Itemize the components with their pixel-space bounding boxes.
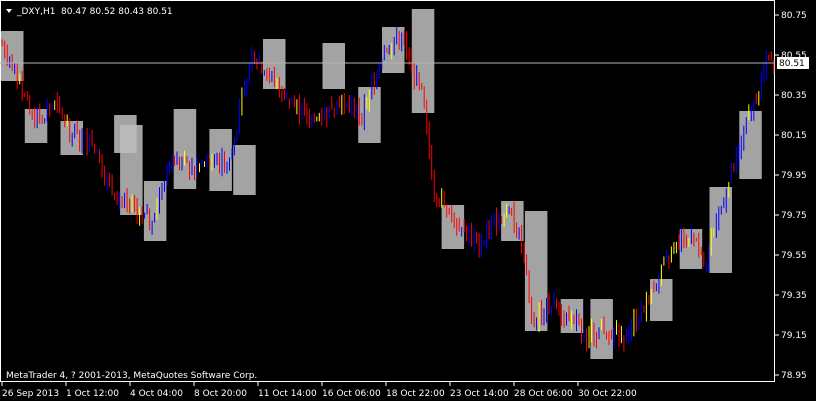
y-tick-label: 79.75	[781, 211, 807, 221]
x-tick-label: 11 Oct 14:00	[258, 389, 317, 399]
x-tick-label: 26 Sep 2013	[2, 389, 59, 399]
session-box	[441, 205, 465, 249]
session-box	[322, 43, 345, 89]
session-box	[709, 187, 732, 273]
session-box	[739, 111, 762, 179]
triangle-down-icon[interactable]	[6, 9, 12, 13]
x-tick-label: 18 Oct 22:00	[386, 389, 445, 399]
y-tick-label: 79.35	[781, 291, 807, 301]
price-chart[interactable]: 80.7580.5580.3580.1579.9579.7579.5579.35…	[0, 0, 816, 401]
session-box	[173, 109, 197, 189]
y-tick-label: 80.15	[781, 131, 807, 141]
chart-header: _DXY,H1 80.47 80.52 80.43 80.51	[6, 7, 173, 17]
current-price-label: 80.51	[779, 59, 805, 69]
x-tick-label: 4 Oct 04:00	[130, 389, 183, 399]
session-box	[233, 145, 256, 195]
session-box	[382, 27, 405, 73]
y-tick-label: 80.75	[781, 11, 807, 21]
x-tick-label: 16 Oct 06:00	[322, 389, 381, 399]
session-box	[209, 129, 232, 191]
x-tick-label: 30 Oct 22:00	[578, 389, 637, 399]
chart-window[interactable]: 80.75 80.55 80.35 80.15 79.95 79.75 79.55 79.35…	[0, 0, 816, 401]
y-tick-label: 79.95	[781, 171, 807, 181]
x-tick-label: 23 Oct 14:00	[450, 389, 509, 399]
x-tick-label: 28 Oct 06:00	[514, 389, 573, 399]
ohlc-values: 80.47 80.52 80.43 80.51	[61, 7, 173, 17]
y-tick-label: 80.35	[781, 91, 807, 101]
x-axis: 26 Sep 2013 1 Oct 12:00 4 Oct 04:00 8 Oct 2…	[1, 381, 637, 399]
copyright-label: MetaTrader 4, ? 2001-2013, MetaQuotes So…	[6, 371, 257, 381]
symbol-timeframe-label: _DXY,H1	[16, 7, 55, 17]
current-price-tag: 80.51	[777, 57, 809, 69]
session-box	[24, 109, 48, 143]
y-tick-label: 79.55	[781, 251, 807, 261]
session-box	[120, 125, 143, 215]
x-tick-label: 1 Oct 12:00	[66, 389, 119, 399]
y-tick-label: 79.15	[781, 331, 807, 341]
session-box	[411, 9, 435, 113]
x-tick-label: 8 Oct 20:00	[194, 389, 247, 399]
y-tick-label: 78.95	[781, 371, 807, 381]
